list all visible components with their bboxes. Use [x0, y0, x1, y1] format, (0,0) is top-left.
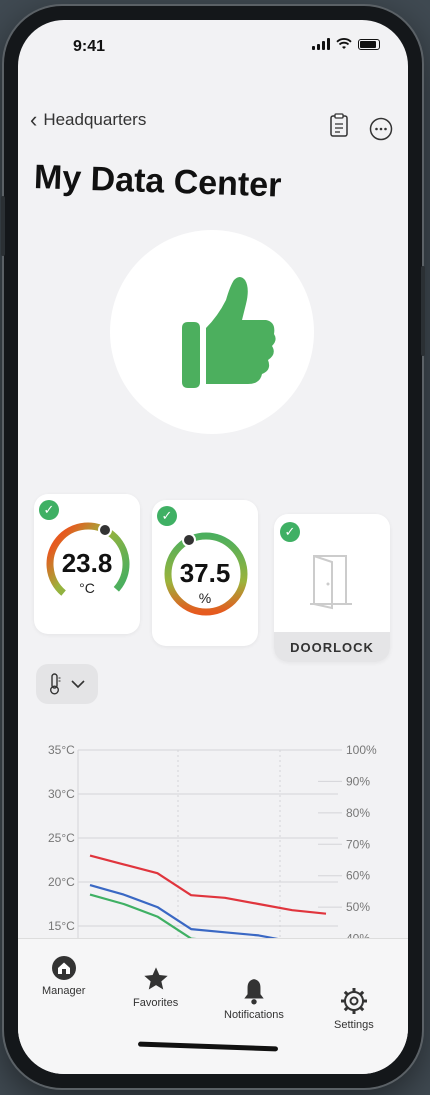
right-axis-tick-label: 70% [346, 837, 370, 851]
more-options-icon [369, 117, 393, 141]
chevron-left-icon: ‹ [30, 107, 38, 132]
left-axis-tick-label: 15°C [48, 919, 75, 933]
app-screen: 9:41 ‹ Headquarters My Data Center ✓ 23.… [18, 20, 408, 1074]
check-icon: ✓ [280, 522, 300, 542]
tab-label: Manager [42, 985, 86, 997]
tab-favorites[interactable]: Favorites [133, 965, 178, 1009]
thumbs-up-icon [182, 277, 276, 388]
tab-label: Notifications [224, 1009, 284, 1021]
gear-icon [340, 988, 367, 1014]
right-axis-tick-label: 90% [346, 774, 370, 788]
left-axis-tick-label: 25°C [48, 831, 75, 845]
sensor-selector-dropdown[interactable] [36, 664, 98, 704]
right-axis-tick-label: 100% [346, 743, 377, 757]
chevron-down-icon [71, 680, 85, 688]
clipboard-button[interactable] [326, 112, 352, 138]
home-icon [51, 956, 76, 980]
bell-icon [244, 979, 264, 1005]
clipboard-icon [330, 113, 348, 137]
right-axis-tick-label: 80% [346, 806, 370, 820]
temperature-unit: °C [79, 580, 95, 596]
side-button [421, 266, 425, 356]
phone-frame: 9:41 ‹ Headquarters My Data Center ✓ 23.… [1, 6, 425, 1088]
more-button[interactable] [368, 116, 394, 142]
tab-label: Settings [334, 1019, 374, 1031]
side-button [1, 196, 5, 256]
wifi-icon [336, 38, 352, 49]
humidity-card[interactable]: ✓ 37.5 % [152, 500, 258, 646]
humidity-unit: % [198, 590, 212, 606]
thermometer-icon [50, 673, 61, 695]
status-icons [312, 38, 380, 50]
right-axis-tick-label: 60% [346, 869, 370, 883]
temperature-card[interactable]: ✓ 23.8 °C [34, 494, 140, 634]
left-axis-tick-label: 20°C [48, 875, 75, 889]
humidity-value: 37.5 [179, 558, 231, 588]
tab-manager[interactable]: Manager [42, 955, 85, 997]
doorlock-card[interactable]: ✓ DOORLOCK [274, 514, 390, 662]
battery-icon [358, 38, 380, 50]
left-axis-tick-label: 35°C [48, 743, 75, 757]
status-bar: 9:41 [18, 20, 408, 64]
left-axis-tick-label: 30°C [48, 787, 75, 801]
right-axis-tick-label: 50% [346, 900, 370, 914]
navigation-bar: ‹ Headquarters [18, 108, 408, 142]
temperature-value: 23.8 [61, 548, 113, 578]
status-time: 9:41 [73, 38, 106, 55]
back-button[interactable]: ‹ Headquarters [30, 107, 147, 132]
cellular-signal-icon [312, 38, 330, 50]
page-title: My Data Center [33, 158, 283, 205]
tab-label: Favorites [133, 997, 179, 1009]
tab-bar: Manager Favorites Notifications Settings [18, 938, 408, 1074]
star-icon [143, 967, 168, 990]
tab-notifications[interactable]: Notifications [224, 977, 284, 1021]
back-label: Headquarters [43, 110, 147, 129]
tab-settings[interactable]: Settings [334, 987, 374, 1031]
doorlock-label: DOORLOCK [274, 632, 390, 662]
status-hero [110, 230, 314, 434]
door-icon [310, 555, 352, 610]
